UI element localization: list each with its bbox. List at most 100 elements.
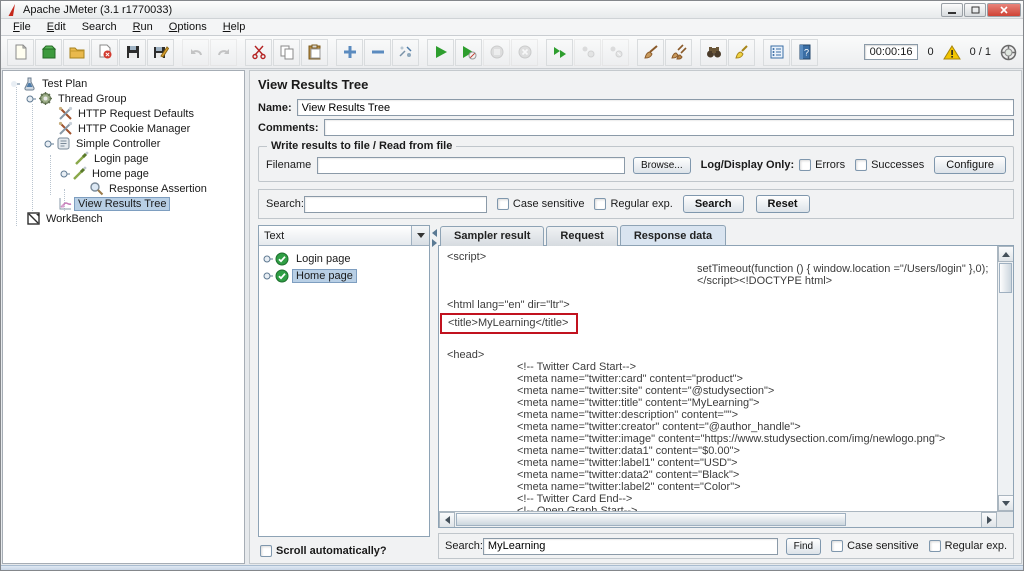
warning-icon[interactable] xyxy=(942,44,961,60)
result-item-home-page[interactable]: Home page xyxy=(259,267,429,284)
tree-node-workbench[interactable]: WorkBench xyxy=(3,211,244,226)
scroll-up-button[interactable] xyxy=(998,246,1013,262)
collapse-right-icon[interactable] xyxy=(431,239,437,247)
tree-node-label[interactable]: Login page xyxy=(91,153,151,165)
expand-handle-icon[interactable] xyxy=(26,94,36,104)
successes-checkbox-label[interactable]: Successes xyxy=(871,159,924,171)
tree-node-label[interactable]: Simple Controller xyxy=(73,138,163,150)
search-reset-button[interactable] xyxy=(728,38,755,66)
configure-button[interactable]: Configure xyxy=(934,156,1006,174)
search-case-label[interactable]: Case sensitive xyxy=(513,198,585,210)
menu-options[interactable]: Options xyxy=(161,20,215,34)
expand-handle-icon[interactable] xyxy=(263,254,273,264)
browse-button[interactable]: Browse... xyxy=(632,156,691,174)
search-toolbar-button[interactable] xyxy=(700,38,727,66)
close-button[interactable] xyxy=(987,2,1021,17)
start-no-pauses-button[interactable] xyxy=(455,38,482,66)
result-item-label[interactable]: Login page xyxy=(293,253,353,265)
menu-run[interactable]: Run xyxy=(125,20,161,34)
toggle-button[interactable] xyxy=(392,38,419,66)
find-regex-checkbox[interactable] xyxy=(928,540,941,552)
close-file-button[interactable] xyxy=(91,38,118,66)
tree-node-label[interactable]: Test Plan xyxy=(39,78,90,90)
expand-all-button[interactable] xyxy=(336,38,363,66)
response-search-input[interactable] xyxy=(482,537,778,555)
tree-node-label[interactable]: Home page xyxy=(89,168,152,180)
expand-handle-icon[interactable] xyxy=(60,169,70,179)
tree-node-home-page[interactable]: Home page xyxy=(3,166,244,181)
find-regex-label[interactable]: Regular exp. xyxy=(945,540,1007,552)
save-as-button[interactable] xyxy=(147,38,174,66)
scroll-automatically-checkbox[interactable] xyxy=(260,545,272,557)
tree-node-http-cookie-manager[interactable]: HTTP Cookie Manager xyxy=(3,121,244,136)
scroll-automatically-label[interactable]: Scroll automatically? xyxy=(276,545,387,557)
menu-search[interactable]: Search xyxy=(74,20,125,34)
filename-input[interactable] xyxy=(317,156,625,174)
tab-sampler-result[interactable]: Sampler result xyxy=(440,226,545,246)
name-input[interactable] xyxy=(296,99,1014,116)
tree-node-simple-controller[interactable]: Simple Controller xyxy=(3,136,244,151)
stop-button[interactable] xyxy=(483,38,510,66)
find-case-checkbox[interactable] xyxy=(831,540,844,552)
tree-node-test-plan[interactable]: Test Plan xyxy=(3,76,244,91)
remote-stop-all-button[interactable] xyxy=(574,38,601,66)
horizontal-scrollbar[interactable] xyxy=(439,511,1013,527)
search-regex-checkbox[interactable] xyxy=(594,198,607,210)
undo-button[interactable] xyxy=(182,38,209,66)
collapse-left-icon[interactable] xyxy=(431,229,437,237)
scroll-left-button[interactable] xyxy=(439,512,455,527)
tree-node-label[interactable]: Thread Group xyxy=(55,93,129,105)
combo-arrow-button[interactable] xyxy=(411,226,429,245)
save-button[interactable] xyxy=(119,38,146,66)
tree-node-label[interactable]: Response Assertion xyxy=(106,183,210,195)
menu-edit[interactable]: Edit xyxy=(39,20,74,34)
cut-button[interactable] xyxy=(245,38,272,66)
vertical-scrollbar[interactable] xyxy=(997,246,1013,511)
render-mode-select[interactable]: Text xyxy=(259,226,429,246)
tree-node-thread-group[interactable]: Thread Group xyxy=(3,91,244,106)
vertical-scroll-thumb[interactable] xyxy=(999,263,1012,293)
tree-node-label[interactable]: HTTP Request Defaults xyxy=(75,108,197,120)
successes-checkbox[interactable] xyxy=(855,159,868,171)
copy-button[interactable] xyxy=(273,38,300,66)
search-regex-label[interactable]: Regular exp. xyxy=(610,198,672,210)
start-button[interactable] xyxy=(427,38,454,66)
help-button[interactable]: ? xyxy=(791,38,818,66)
tree-node-login-page[interactable]: Login page xyxy=(3,151,244,166)
tree-node-label[interactable]: View Results Tree xyxy=(73,196,171,211)
expand-handle-icon[interactable] xyxy=(44,139,54,149)
remote-shutdown-all-button[interactable] xyxy=(602,38,629,66)
reset-button[interactable]: Reset xyxy=(755,195,810,213)
scroll-right-button[interactable] xyxy=(981,512,997,527)
expand-handle-icon[interactable] xyxy=(10,79,20,89)
paste-button[interactable] xyxy=(301,38,328,66)
find-button[interactable]: Find xyxy=(785,537,822,555)
scroll-down-button[interactable] xyxy=(998,495,1013,511)
find-case-label[interactable]: Case sensitive xyxy=(847,540,919,552)
tree-node-view-results-tree[interactable]: View Results Tree xyxy=(3,196,244,211)
menu-file[interactable]: File xyxy=(5,20,39,34)
templates-button[interactable] xyxy=(35,38,62,66)
tree-node-response-assertion[interactable]: Response Assertion xyxy=(3,181,244,196)
tab-response-data[interactable]: Response data xyxy=(619,225,727,245)
menu-help[interactable]: Help xyxy=(215,20,254,34)
remote-start-all-button[interactable] xyxy=(546,38,573,66)
tree-node-label[interactable]: HTTP Cookie Manager xyxy=(75,123,193,135)
result-item-label[interactable]: Home page xyxy=(292,268,357,283)
function-helper-button[interactable] xyxy=(763,38,790,66)
clear-button[interactable] xyxy=(637,38,664,66)
expand-handle-icon[interactable] xyxy=(263,271,273,281)
split-divider[interactable] xyxy=(430,225,438,559)
shutdown-button[interactable] xyxy=(511,38,538,66)
tree-node-label[interactable]: WorkBench xyxy=(43,213,106,225)
clear-all-button[interactable] xyxy=(665,38,692,66)
new-button[interactable] xyxy=(7,38,34,66)
minimize-button[interactable] xyxy=(941,2,963,17)
search-case-checkbox[interactable] xyxy=(496,198,509,210)
horizontal-scroll-thumb[interactable] xyxy=(456,513,847,526)
maximize-button[interactable] xyxy=(964,2,986,17)
tab-request[interactable]: Request xyxy=(546,226,618,246)
search-button[interactable]: Search xyxy=(682,195,744,213)
errors-checkbox-label[interactable]: Errors xyxy=(815,159,845,171)
result-item-login-page[interactable]: Login page xyxy=(259,250,429,267)
